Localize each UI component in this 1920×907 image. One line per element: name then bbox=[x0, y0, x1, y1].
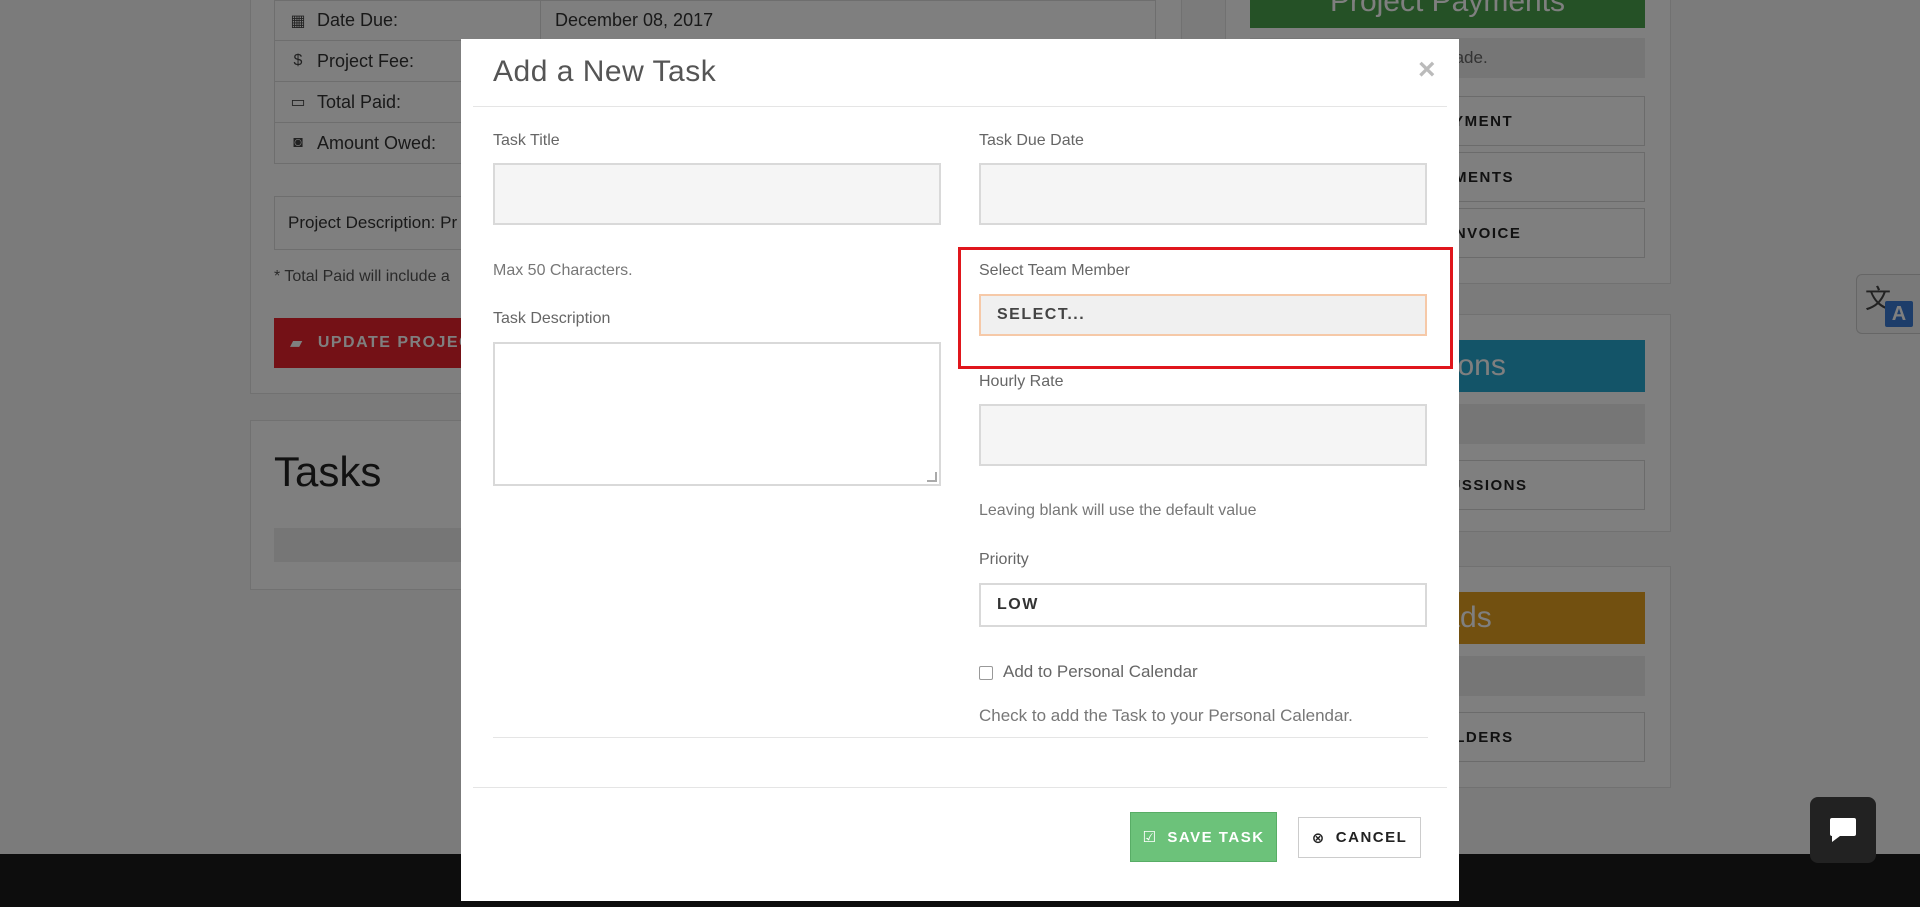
personal-calendar-checkbox[interactable] bbox=[979, 666, 993, 680]
modal-title: Add a New Task bbox=[493, 55, 717, 88]
team-member-label: Select Team Member bbox=[979, 262, 1130, 279]
chat-widget-button[interactable] bbox=[1810, 797, 1876, 863]
task-due-date-input[interactable] bbox=[979, 163, 1427, 225]
hourly-rate-input[interactable] bbox=[979, 404, 1427, 466]
task-title-input[interactable] bbox=[493, 163, 941, 225]
resize-handle[interactable] bbox=[927, 472, 937, 482]
modal-header: Add a New Task × bbox=[473, 39, 1447, 107]
personal-calendar-hint: Check to add the Task to your Personal C… bbox=[979, 706, 1353, 725]
save-task-button[interactable]: ☑ SAVE TASK bbox=[1130, 812, 1277, 862]
priority-select[interactable]: LOW bbox=[979, 583, 1427, 627]
task-due-date-label: Task Due Date bbox=[979, 132, 1084, 149]
task-title-label: Task Title bbox=[493, 132, 560, 149]
close-circle-icon: ⊗ bbox=[1311, 829, 1326, 847]
cancel-button[interactable]: ⊗ CANCEL bbox=[1298, 817, 1421, 858]
form-divider bbox=[493, 737, 1428, 738]
team-member-select[interactable]: SELECT... bbox=[979, 294, 1427, 336]
check-square-icon: ☑ bbox=[1142, 829, 1158, 846]
chat-icon bbox=[1830, 818, 1856, 842]
task-description-textarea[interactable] bbox=[493, 342, 941, 486]
priority-label: Priority bbox=[979, 551, 1029, 568]
task-title-hint: Max 50 Characters. bbox=[493, 262, 633, 279]
close-icon[interactable]: × bbox=[1418, 53, 1436, 87]
footer-divider bbox=[473, 787, 1447, 788]
personal-calendar-label[interactable]: Add to Personal Calendar bbox=[1003, 662, 1198, 682]
hourly-rate-hint: Leaving blank will use the default value bbox=[979, 502, 1257, 519]
hourly-rate-label: Hourly Rate bbox=[979, 373, 1064, 390]
task-description-label: Task Description bbox=[493, 310, 611, 327]
